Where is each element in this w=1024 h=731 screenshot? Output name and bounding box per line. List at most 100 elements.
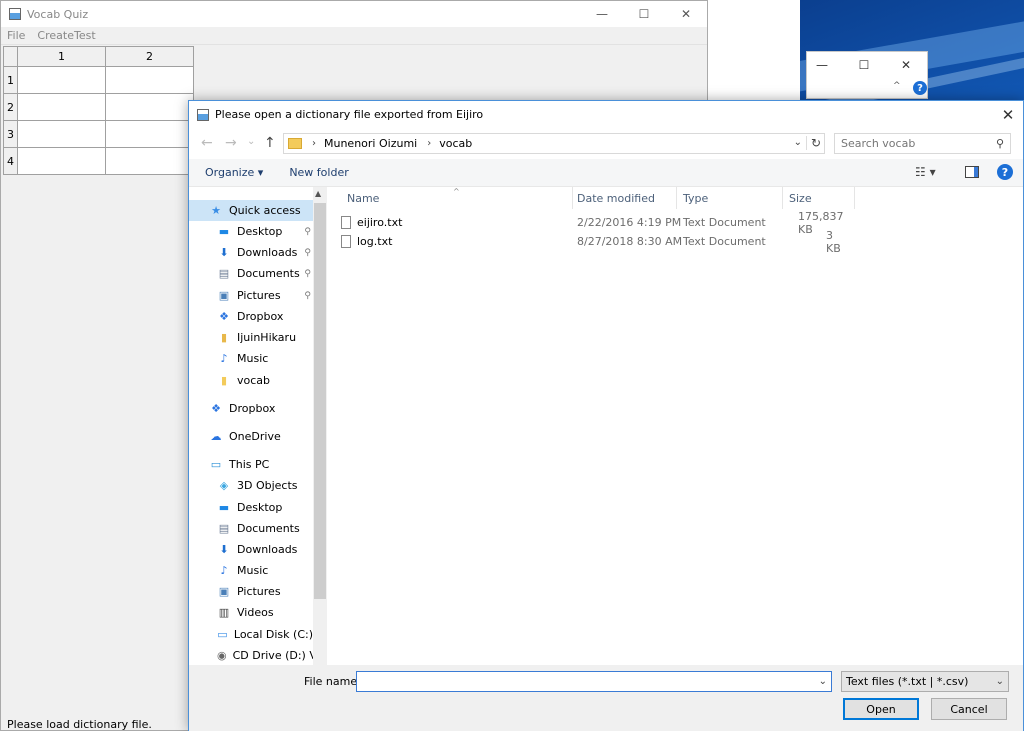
breadcrumb-item[interactable]: Munenori Oizumi xyxy=(324,137,417,150)
open-button[interactable]: Open xyxy=(843,698,919,720)
nav-item[interactable]: ❖ Dropbox xyxy=(189,306,313,327)
nav-item[interactable]: ⬇ Downloads xyxy=(189,539,313,560)
column-header[interactable]: 2 xyxy=(105,46,194,67)
vertical-scrollbar[interactable]: ▲ xyxy=(313,187,327,665)
column-header[interactable]: 1 xyxy=(17,46,106,67)
nav-item[interactable]: ▤ Documents xyxy=(189,518,313,539)
view-options-icon[interactable]: ☷ ▾ xyxy=(915,165,936,179)
cd-icon: ◉ xyxy=(217,649,227,662)
maximize-button[interactable]: ☐ xyxy=(843,52,885,78)
chevron-down-icon[interactable]: ⌄ xyxy=(996,676,1004,687)
breadcrumb-item[interactable]: vocab xyxy=(439,137,472,150)
address-bar[interactable]: › Munenori Oizumi › vocab ⌄ ↻ xyxy=(283,133,825,154)
close-button[interactable]: ✕ xyxy=(993,101,1023,128)
nav-item[interactable]: ☁ OneDrive xyxy=(189,426,313,447)
nav-item[interactable]: ◉ CD Drive (D:) Vir xyxy=(189,645,324,665)
nav-item[interactable]: ▮ IjuinHikaru xyxy=(189,327,313,348)
grid-cell[interactable] xyxy=(105,93,194,121)
recent-locations-icon[interactable]: ⌄ xyxy=(247,136,255,147)
help-icon[interactable]: ? xyxy=(997,164,1013,180)
cancel-button[interactable]: Cancel xyxy=(931,698,1007,720)
disk-icon: ▭ xyxy=(217,628,228,641)
nav-item-label: Local Disk (C:) xyxy=(233,628,313,641)
menu-file[interactable]: File xyxy=(1,29,31,42)
search-icon[interactable]: ⚲ xyxy=(996,137,1004,150)
grid-cell[interactable] xyxy=(17,66,106,94)
close-button[interactable]: ✕ xyxy=(885,52,927,78)
nav-item-label: Desktop xyxy=(237,501,283,514)
close-button[interactable]: ✕ xyxy=(665,1,707,27)
document-icon: ▤ xyxy=(218,267,230,280)
menu-create-test[interactable]: CreateTest xyxy=(31,29,101,42)
nav-item[interactable]: ▬ Desktop ⚲ xyxy=(189,221,313,242)
file-type-value: Text files (*.txt | *.csv) xyxy=(846,675,969,688)
preview-pane-icon[interactable] xyxy=(965,166,979,178)
grid-cell[interactable] xyxy=(17,147,106,175)
nav-item[interactable]: ▥ Videos xyxy=(189,602,313,623)
nav-item[interactable]: ♪ Music xyxy=(189,348,313,369)
nav-item[interactable]: ▭ Local Disk (C:) xyxy=(189,624,313,645)
file-name-input[interactable] xyxy=(359,672,799,691)
search-input[interactable] xyxy=(841,137,991,150)
file-row[interactable]: log.txt 8/27/2018 8:30 AM Text Document … xyxy=(341,229,851,255)
pictures-icon: ▣ xyxy=(218,585,230,598)
nav-item[interactable]: ♪ Music xyxy=(189,560,313,581)
nav-item-label: CD Drive (D:) Vir xyxy=(232,649,325,662)
file-name-combobox[interactable]: ⌄ xyxy=(356,671,832,692)
text-file-icon xyxy=(341,235,351,248)
column-header-name[interactable]: Name ^ xyxy=(341,187,573,209)
chevron-down-icon[interactable]: ⌄ xyxy=(819,676,827,687)
refresh-icon[interactable]: ↻ xyxy=(805,136,821,150)
forward-icon[interactable]: → xyxy=(225,135,237,151)
row-header[interactable]: 4 xyxy=(3,147,18,175)
nav-item[interactable]: ▭ This PC xyxy=(189,454,313,475)
background-window[interactable]: — ☐ ✕ ^ ? xyxy=(806,51,928,99)
help-icon[interactable]: ? xyxy=(913,81,927,95)
nav-item[interactable]: ▬ Desktop xyxy=(189,497,313,518)
maximize-button[interactable]: ☐ xyxy=(623,1,665,27)
folder-icon: ▮ xyxy=(220,374,228,387)
music-icon: ♪ xyxy=(220,352,228,365)
row-header[interactable]: 2 xyxy=(3,93,18,121)
breadcrumb-separator[interactable]: › xyxy=(312,138,316,149)
back-icon[interactable]: ← xyxy=(201,135,213,151)
row-header[interactable]: 1 xyxy=(3,66,18,94)
window-title: Vocab Quiz xyxy=(27,7,89,21)
breadcrumb-separator[interactable]: › xyxy=(427,138,431,149)
nav-item[interactable]: ❖ Dropbox xyxy=(189,398,313,419)
nav-item[interactable]: ⬇ Downloads ⚲ xyxy=(189,242,313,263)
grid-cell[interactable] xyxy=(105,120,194,148)
column-header-type[interactable]: Type xyxy=(677,187,783,209)
row-header[interactable]: 3 xyxy=(3,120,18,148)
chevron-up-icon[interactable]: ^ xyxy=(893,81,901,91)
file-date: 8/27/2018 8:30 AM xyxy=(577,235,683,248)
chevron-down-icon[interactable]: ⌄ xyxy=(794,137,802,148)
nav-item[interactable]: ★ Quick access xyxy=(189,200,313,221)
nav-item-label: Documents xyxy=(237,267,300,280)
nav-item[interactable]: ▮ vocab xyxy=(189,370,313,391)
nav-item[interactable]: ▣ Pictures ⚲ xyxy=(189,285,313,306)
scroll-up-icon[interactable]: ▲ xyxy=(315,189,321,198)
minimize-button[interactable]: — xyxy=(801,52,843,78)
nav-item-label: Downloads xyxy=(237,543,298,556)
data-grid[interactable]: 1 2 1 2 3 4 xyxy=(3,46,194,175)
organize-button[interactable]: Organize ▾ xyxy=(205,166,263,179)
file-row[interactable]: eijiro.txt 2/22/2016 4:19 PM Text Docume… xyxy=(341,210,851,236)
grid-cell[interactable] xyxy=(105,147,194,175)
file-type-select[interactable]: Text files (*.txt | *.csv) ⌄ xyxy=(841,671,1009,692)
grid-corner[interactable] xyxy=(3,46,18,67)
minimize-button[interactable]: — xyxy=(581,1,623,27)
scrollbar-thumb[interactable] xyxy=(314,203,326,599)
grid-cell[interactable] xyxy=(17,120,106,148)
up-arrow-icon[interactable]: ↑ xyxy=(264,135,276,151)
search-box[interactable]: ⚲ xyxy=(834,133,1011,154)
download-icon: ⬇ xyxy=(219,246,229,259)
column-header-date[interactable]: Date modified xyxy=(571,187,677,209)
grid-cell[interactable] xyxy=(105,66,194,94)
grid-cell[interactable] xyxy=(17,93,106,121)
nav-item[interactable]: ▤ Documents ⚲ xyxy=(189,263,313,284)
new-folder-button[interactable]: New folder xyxy=(289,166,348,179)
column-header-size[interactable]: Size xyxy=(783,187,855,209)
nav-item[interactable]: ◈ 3D Objects xyxy=(189,475,313,496)
nav-item[interactable]: ▣ Pictures xyxy=(189,581,313,602)
